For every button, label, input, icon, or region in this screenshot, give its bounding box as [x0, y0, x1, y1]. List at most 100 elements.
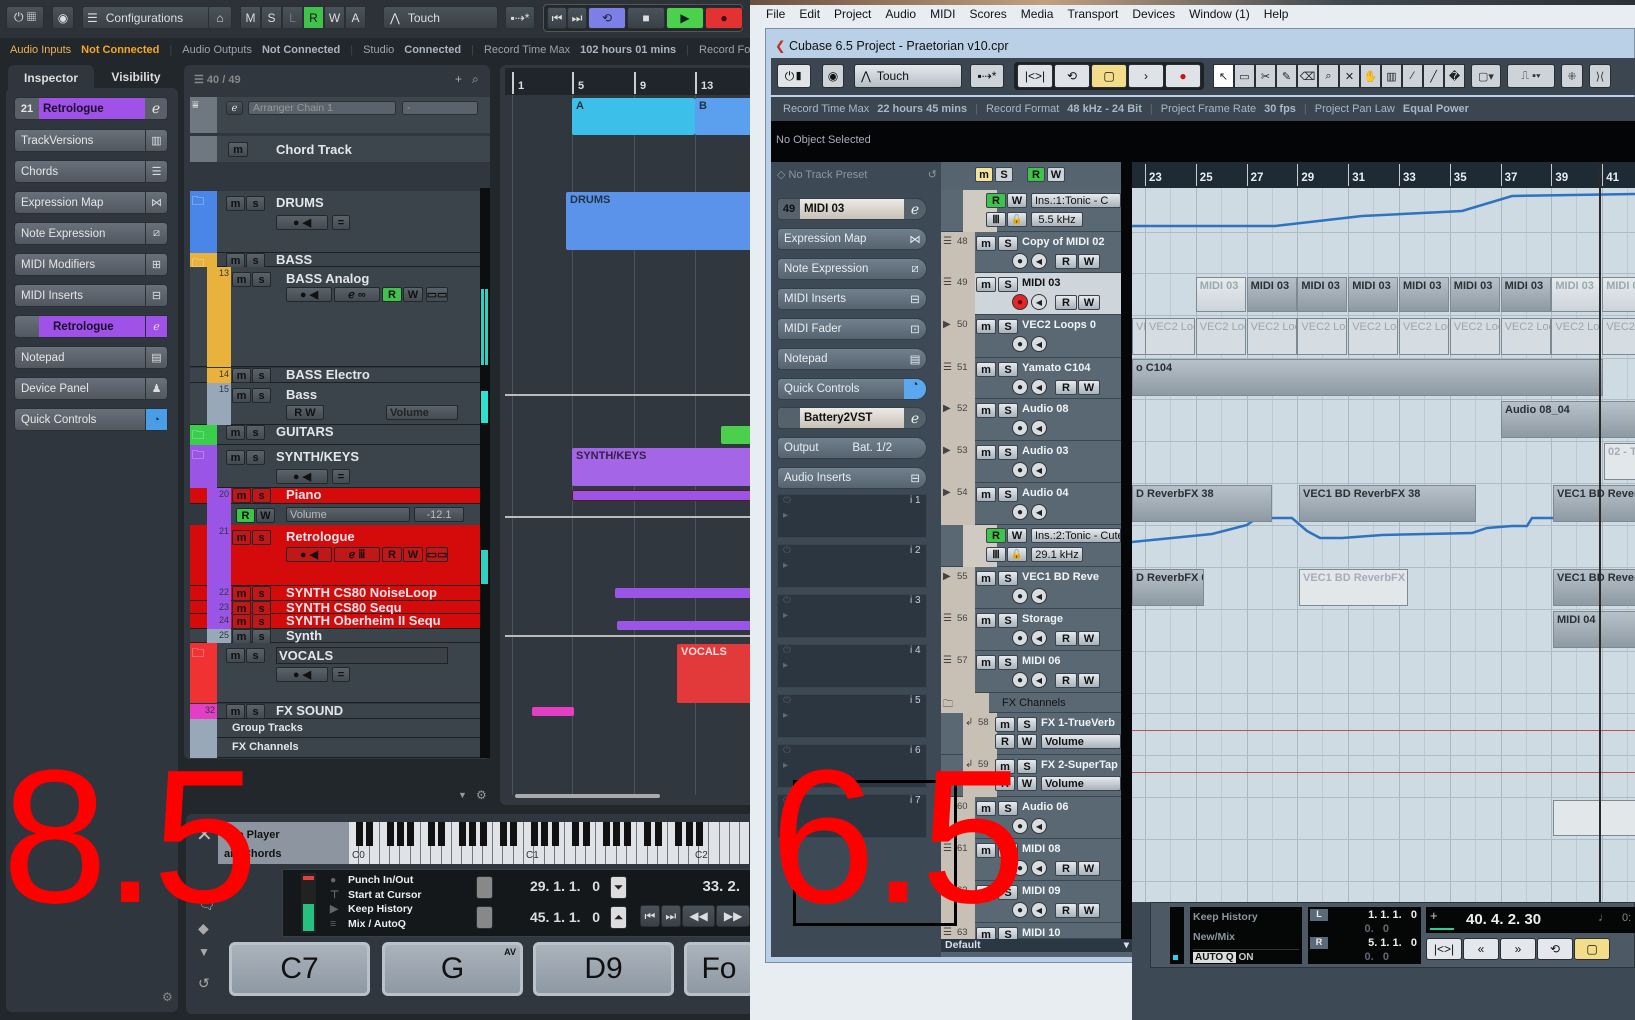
inspector-section-note-expression[interactable]: Note Expression ⧄ [777, 258, 927, 280]
transport-option[interactable]: ▶ Keep History [330, 902, 470, 917]
automation-mode-dropdown[interactable]: ⋀ Touch [383, 6, 498, 29]
monitor-button[interactable]: ◀ [1031, 860, 1047, 876]
constrain-delay-button[interactable]: ◉ [52, 6, 74, 29]
audio-part[interactable]: 02 - T [1604, 443, 1635, 480]
write-automation-button[interactable]: W [1007, 193, 1027, 208]
cycle-button[interactable]: ⟲ [588, 7, 626, 29]
midi-part[interactable] [572, 490, 750, 501]
track-name[interactable]: Storage [1022, 613, 1121, 625]
inspector-section-note-expression[interactable]: Note Expression ⧄ [14, 222, 168, 245]
channel-settings-button[interactable]: = [332, 469, 350, 484]
lanes-button[interactable]: ▭▭ [426, 547, 448, 562]
arranger-chain-dropdown[interactable]: Arranger Chain 1 [248, 101, 396, 115]
audio-part[interactable]: VEC2 Loo [1399, 318, 1449, 355]
solo-button[interactable]: s [246, 253, 265, 268]
read-automation-button[interactable]: R [1055, 903, 1077, 918]
audio-part[interactable] [1553, 800, 1635, 836]
lock-button[interactable]: 🔓 [1007, 212, 1027, 227]
read-automation-button[interactable]: R [1055, 254, 1077, 269]
keyboard[interactable]: C0 C1 C2 [349, 822, 749, 864]
snap-toggle-button[interactable]: ⟩⟨ [1589, 64, 1611, 88]
mute-button[interactable]: m [976, 403, 996, 418]
inspector-section-midi-modifiers[interactable]: MIDI Modifiers ⊞ [14, 253, 168, 276]
track-name[interactable]: SYNTH Oberheim II Sequ [286, 613, 441, 628]
midi-part[interactable]: MIDI 03 [1348, 277, 1399, 312]
insert-slot[interactable] [777, 494, 927, 538]
inspector-section-quick-controls[interactable]: Quick Controls ◔ [777, 378, 927, 400]
constrain-delay-button[interactable]: ◉ [822, 64, 844, 88]
mute-button[interactable]: m [226, 196, 245, 211]
expand-triangle-icon[interactable]: ▸ [783, 510, 788, 521]
automation-parameter-field[interactable]: Ins.:2:Tonic - Cute [1031, 528, 1121, 543]
solo-button[interactable]: s [252, 488, 271, 503]
position-display[interactable]: 40. 4. 2. 30 [1466, 911, 1541, 928]
track-name[interactable]: Audio 06 [1022, 801, 1121, 813]
channel-settings-button[interactable]: = [332, 667, 350, 682]
read-automation-button[interactable]: R [1055, 673, 1077, 688]
mute-button[interactable]: m [976, 236, 996, 251]
settings-gear-icon[interactable]: ⚙ [476, 788, 487, 802]
mute-button[interactable]: m [976, 362, 996, 377]
inspector-section-notepad[interactable]: Notepad ▤ [777, 348, 927, 370]
range-tool-icon[interactable]: ▭ [1234, 64, 1255, 88]
inspector-section-trackversions[interactable]: TrackVersions ▥ [14, 129, 168, 152]
record-enable-button[interactable]: ● [1012, 253, 1028, 269]
midi-part[interactable] [615, 588, 750, 598]
solo-button[interactable]: S [998, 571, 1018, 586]
audio-part[interactable]: VEC2 Loo [1195, 318, 1246, 355]
draw-tool-icon[interactable]: ∕ [1402, 64, 1423, 88]
go-to-previous-marker-button[interactable]: ⏮ [547, 7, 567, 29]
output-routing[interactable]: Output Bat. 1/2 [777, 437, 927, 459]
record-monitor-buttons[interactable]: ● ◀ [276, 469, 328, 484]
inspector-section-expression-map[interactable]: Expression Map ⋈ [14, 191, 168, 214]
right-locator-icon[interactable]: R [1310, 937, 1328, 949]
hand-tool-icon[interactable]: ✋ [1360, 64, 1381, 88]
note-expression-icon[interactable]: ⧄ [904, 263, 926, 276]
automation-mode-dropdown[interactable]: ⋀ Touch [854, 64, 962, 88]
midi-part[interactable]: MIDI 03 [1449, 277, 1500, 312]
track-name[interactable]: SYNTH/KEYS [276, 449, 359, 464]
solo-button[interactable]: s [252, 368, 271, 383]
track-name[interactable]: VOCALS [276, 647, 448, 664]
black-key[interactable] [397, 822, 405, 846]
insert-slot[interactable] [777, 644, 927, 688]
black-key[interactable] [613, 822, 621, 846]
instrument-buttons[interactable]: ℯ ⅲ [334, 547, 380, 562]
audio-part[interactable]: VEC1 BD Reverb [1553, 569, 1635, 606]
record-button[interactable]: ● [705, 7, 743, 29]
black-key[interactable] [623, 822, 631, 846]
track-name[interactable]: BASS [276, 252, 312, 267]
menu-window[interactable]: Window (1) [1189, 7, 1250, 21]
expand-triangle-icon[interactable]: ▸ [783, 710, 788, 721]
mute-button[interactable]: m [232, 614, 251, 629]
midi-inserts-icon[interactable]: ⊟ [145, 285, 167, 306]
mute-button[interactable]: m [232, 629, 251, 644]
cycle-button[interactable]: ⟲ [1537, 938, 1573, 960]
mode-button-r[interactable]: R [303, 6, 324, 29]
track-name[interactable]: FX 2-SuperTap 6 [1041, 759, 1121, 771]
mode-button-a[interactable]: A [345, 6, 366, 29]
clip-indicator[interactable] [303, 876, 314, 880]
global-r-button[interactable]: R [1027, 167, 1045, 182]
record-enable-button[interactable]: ● [1012, 294, 1028, 310]
white-key[interactable] [730, 822, 741, 864]
midi-part[interactable] [617, 621, 750, 630]
monitor-button[interactable]: ◀ [1031, 672, 1047, 688]
automation-parameter-field[interactable]: Volume [1041, 776, 1121, 791]
snap-type-button[interactable]: ⎍ ▪▾ [1507, 64, 1555, 88]
read-automation-button[interactable]: R [1055, 631, 1077, 646]
audio-inputs-value[interactable]: Not Connected [81, 44, 159, 56]
mode-button-l[interactable]: L [282, 6, 303, 29]
lock-button[interactable]: 🔓 [1007, 547, 1027, 562]
folder-part-drums[interactable]: DRUMS [566, 192, 750, 250]
track-preset[interactable]: ◇ No Track Preset ↺ [777, 168, 937, 181]
settings-gear-icon[interactable]: ⚙ [162, 990, 173, 1004]
instrument-slot[interactable]: Battery2VST ℯ [777, 407, 927, 429]
line-tool-icon[interactable]: ╱ [1423, 64, 1444, 88]
guitar-part[interactable] [721, 426, 750, 444]
punch-out-button[interactable]: ⏶ [610, 906, 627, 929]
left-locator-value[interactable]: 1. 1. 1. 0 [1368, 909, 1417, 921]
black-key[interactable] [675, 822, 683, 846]
track-name[interactable]: Bass [286, 387, 317, 402]
channel-settings-button[interactable]: = [332, 215, 350, 230]
